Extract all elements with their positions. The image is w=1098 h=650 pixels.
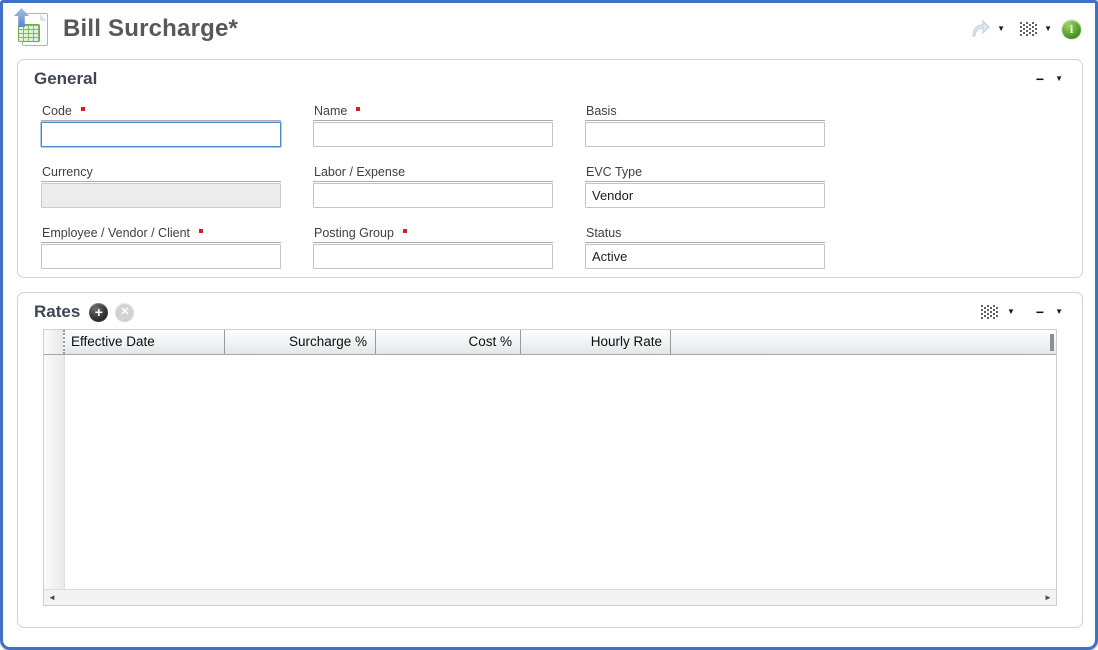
bill-surcharge-document-icon	[13, 8, 55, 50]
posting-group-input[interactable]	[313, 244, 553, 269]
evc-type-label: EVC Type	[585, 165, 825, 182]
field-label-text: Employee / Vendor / Client	[42, 226, 190, 240]
title-bar: Bill Surcharge* ▼	[3, 3, 1095, 55]
add-rate-button[interactable]: +	[89, 303, 108, 322]
basis-field: Basis	[585, 104, 825, 147]
rates-collapse-icon[interactable]: −	[1034, 305, 1046, 319]
scroll-right-icon[interactable]: ►	[1040, 590, 1056, 605]
evc-type-input[interactable]	[585, 183, 825, 208]
scroll-left-icon[interactable]: ◄	[44, 590, 60, 605]
general-caret-icon[interactable]: ▼	[1052, 73, 1066, 85]
rates-section: Rates + ✕ ▼	[17, 292, 1083, 628]
currency-field: Currency	[41, 165, 281, 208]
status-field: Status	[585, 226, 825, 269]
code-input[interactable]	[41, 122, 281, 147]
curved-arrow-icon[interactable]	[970, 20, 990, 38]
rates-grid-body	[44, 355, 1056, 589]
info-icon[interactable]: i	[1062, 20, 1081, 39]
required-marker	[199, 229, 203, 233]
field-label-text: Basis	[586, 104, 617, 118]
rates-grid-header: Effective Date Surcharge % Cost % Hourly…	[44, 330, 1056, 355]
basis-input[interactable]	[585, 122, 825, 147]
code-label: Code	[41, 104, 281, 121]
column-header-effective-date[interactable]: Effective Date	[65, 330, 225, 354]
column-header-hourly-rate[interactable]: Hourly Rate	[521, 330, 671, 354]
field-label-text: Status	[586, 226, 621, 240]
labor-expense-label: Labor / Expense	[313, 165, 553, 182]
currency-label: Currency	[41, 165, 281, 182]
column-header-filler	[671, 330, 1056, 354]
status-input[interactable]	[585, 244, 825, 269]
remove-rate-button[interactable]: ✕	[115, 303, 134, 322]
title-toolbar: ▼ ▼ i	[970, 20, 1081, 39]
row-selector-column	[44, 355, 65, 589]
currency-input	[41, 183, 281, 208]
field-label-text: Currency	[42, 165, 93, 179]
employee-vendor-client-input[interactable]	[41, 244, 281, 269]
rates-section-header: Rates + ✕ ▼	[18, 293, 1082, 322]
field-label-text: EVC Type	[586, 165, 642, 179]
name-input[interactable]	[313, 122, 553, 147]
basis-label: Basis	[585, 104, 825, 121]
rates-columns-caret-icon[interactable]: ▼	[1004, 306, 1018, 318]
general-section-header: General − ▼	[18, 60, 1082, 89]
general-collapse-icon[interactable]: −	[1034, 72, 1046, 86]
name-field: Name	[313, 104, 553, 147]
rates-section-title: Rates	[34, 302, 80, 322]
general-fields: Code Name Basis Curren	[18, 89, 1082, 269]
posting-group-label: Posting Group	[313, 226, 553, 243]
vertical-scrollbar-thumb[interactable]	[1050, 334, 1054, 351]
required-marker	[356, 107, 360, 111]
labor-expense-field: Labor / Expense	[313, 165, 553, 208]
field-label-text: Name	[314, 104, 347, 118]
employee-vendor-client-label: Employee / Vendor / Client	[41, 226, 281, 243]
field-label-text: Labor / Expense	[314, 165, 405, 179]
columns-caret-icon[interactable]: ▼	[1041, 23, 1055, 35]
page-title: Bill Surcharge*	[63, 15, 238, 43]
labor-expense-input[interactable]	[313, 183, 553, 208]
horizontal-scrollbar[interactable]: ◄ ►	[44, 589, 1056, 605]
column-header-surcharge-pct[interactable]: Surcharge %	[225, 330, 376, 354]
document-fold-shape	[40, 14, 47, 21]
field-label-text: Posting Group	[314, 226, 394, 240]
posting-group-field: Posting Group	[313, 226, 553, 269]
general-section: General − ▼ Code Name	[17, 59, 1083, 278]
curved-arrow-caret-icon[interactable]: ▼	[994, 23, 1008, 35]
rates-columns-icon[interactable]	[981, 305, 998, 319]
row-selector-gutter	[44, 330, 65, 354]
rates-grid: Effective Date Surcharge % Cost % Hourly…	[43, 329, 1057, 606]
evc-type-field: EVC Type	[585, 165, 825, 208]
columns-icon[interactable]	[1020, 22, 1037, 36]
column-header-cost-pct[interactable]: Cost %	[376, 330, 521, 354]
employee-vendor-client-field: Employee / Vendor / Client	[41, 226, 281, 269]
name-label: Name	[313, 104, 553, 121]
code-field: Code	[41, 104, 281, 147]
status-label: Status	[585, 226, 825, 243]
required-marker	[403, 229, 407, 233]
general-section-title: General	[34, 69, 97, 89]
field-label-text: Code	[42, 104, 72, 118]
bill-surcharge-window: Bill Surcharge* ▼	[0, 0, 1098, 650]
rates-caret-icon[interactable]: ▼	[1052, 306, 1066, 318]
required-marker	[81, 107, 85, 111]
